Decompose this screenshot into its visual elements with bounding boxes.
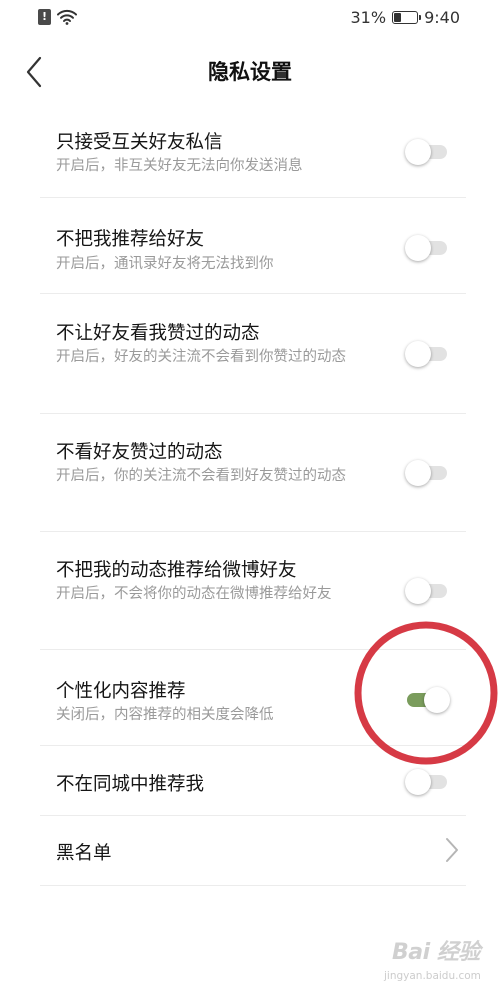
toggle-knob <box>405 460 431 486</box>
setting-row-local-recommend: 不在同城中推荐我 <box>40 746 466 816</box>
status-left: ! <box>38 9 77 25</box>
clock: 9:40 <box>424 8 460 27</box>
header: 隐私设置 <box>0 44 500 100</box>
setting-row-weibo-recommend: 不把我的动态推荐给微博好友 开启后，不会将你的动态在微博推荐给好友 <box>40 532 466 650</box>
watermark-url: jingyan.baidu.com <box>384 970 481 982</box>
setting-row-hide-friend-likes: 不看好友赞过的动态 开启后，你的关注流不会看到好友赞过的动态 <box>40 414 466 532</box>
setting-title: 不看好友赞过的动态 <box>56 442 223 463</box>
chevron-right-icon <box>446 838 458 862</box>
setting-title: 不让好友看我赞过的动态 <box>56 323 260 344</box>
alert-icon: ! <box>38 9 51 25</box>
toggle-personalized[interactable] <box>405 687 450 713</box>
battery-level <box>394 13 402 22</box>
battery-icon <box>392 11 422 24</box>
setting-description: 关闭后，内容推荐的相关度会降低 <box>56 707 274 723</box>
blacklist-row[interactable]: 黑名单 <box>40 816 466 886</box>
toggle-weibo-recommend[interactable] <box>405 578 449 604</box>
battery-percent: 31% <box>350 8 387 27</box>
toggle-hide-my-likes[interactable] <box>405 341 449 367</box>
setting-title: 不把我的动态推荐给微博好友 <box>56 560 297 581</box>
settings-list: 只接受互关好友私信 开启后，非互关好友无法向你发送消息 不把我推荐给好友 开启后… <box>40 100 466 886</box>
toggle-mutual-dm[interactable] <box>405 139 449 165</box>
toggle-knob <box>405 235 431 261</box>
page-title: 隐私设置 <box>208 60 292 84</box>
setting-description: 开启后，非互关好友无法向你发送消息 <box>56 158 303 174</box>
setting-title: 个性化内容推荐 <box>56 681 186 702</box>
setting-row-hide-my-likes: 不让好友看我赞过的动态 开启后，好友的关注流不会看到你赞过的动态 <box>40 294 466 414</box>
toggle-knob <box>405 341 431 367</box>
setting-row-no-recommend-me: 不把我推荐给好友 开启后，通讯录好友将无法找到你 <box>40 198 466 294</box>
status-right: 31% 9:40 <box>351 8 461 27</box>
watermark-brand: Bai 经验 <box>392 940 480 965</box>
toggle-no-recommend-me[interactable] <box>405 235 449 261</box>
wifi-icon <box>57 9 77 25</box>
setting-title: 不把我推荐给好友 <box>56 229 205 250</box>
toggle-knob <box>405 578 431 604</box>
toggle-local-recommend[interactable] <box>405 769 449 795</box>
setting-description: 开启后，通讯录好友将无法找到你 <box>56 256 274 272</box>
setting-description: 开启后，好友的关注流不会看到你赞过的动态 <box>56 349 346 365</box>
setting-description: 开启后，不会将你的动态在微博推荐给好友 <box>56 586 332 602</box>
setting-row-mutual-dm: 只接受互关好友私信 开启后，非互关好友无法向你发送消息 <box>40 100 466 198</box>
setting-description: 开启后，你的关注流不会看到好友赞过的动态 <box>56 468 346 484</box>
toggle-knob <box>424 687 450 713</box>
toggle-knob <box>405 769 431 795</box>
setting-row-personalized: 个性化内容推荐 关闭后，内容推荐的相关度会降低 <box>40 650 466 746</box>
baidu-watermark: Bai 经验 jingyan.baidu.com <box>380 928 498 988</box>
setting-title: 只接受互关好友私信 <box>56 132 223 153</box>
blacklist-title: 黑名单 <box>56 843 112 864</box>
status-bar: ! 31% 9:40 <box>0 0 500 40</box>
toggle-knob <box>405 139 431 165</box>
toggle-hide-friend-likes[interactable] <box>405 460 449 486</box>
setting-title: 不在同城中推荐我 <box>56 774 205 795</box>
